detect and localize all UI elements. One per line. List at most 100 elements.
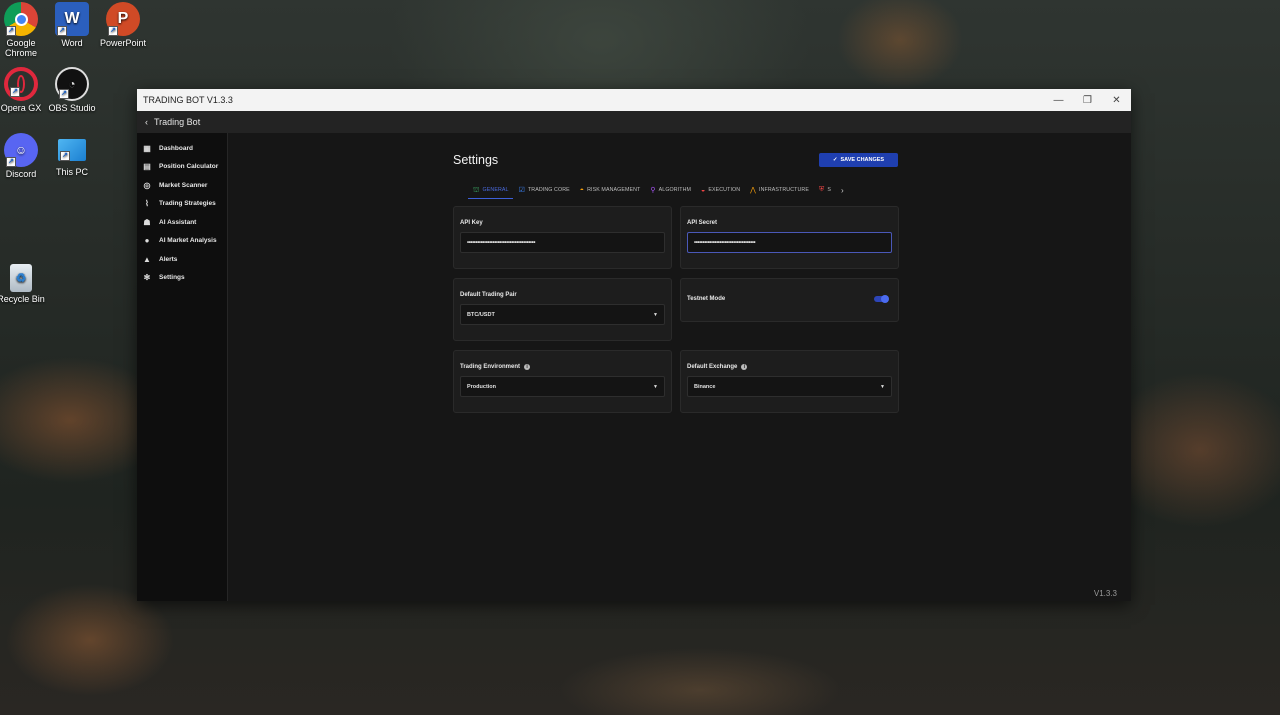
sidebar-item-label: AI Assistant bbox=[159, 218, 197, 226]
default-pair-label-text: Default Trading Pair bbox=[460, 292, 517, 298]
tab-label: RISK MANAGEMENT bbox=[587, 187, 641, 193]
exchange-select[interactable]: Binance ▼ bbox=[687, 376, 892, 397]
settings-tabs: ⛫ GENERAL ☑ TRADING CORE ◓ RISK MANAGEMENT … bbox=[468, 183, 844, 199]
api-secret-card: API Secret •••••••••••••••••••••••••••••… bbox=[680, 206, 899, 269]
api-secret-label-text: API Secret bbox=[687, 220, 718, 226]
obs-icon: ◔ ↗ bbox=[55, 67, 89, 101]
tab-label: S bbox=[827, 187, 831, 193]
tab-general[interactable]: ⛫ GENERAL bbox=[468, 183, 513, 199]
version-label: V1.3.3 bbox=[1093, 589, 1117, 598]
desktop-icon-label: This PC bbox=[55, 167, 88, 177]
grid-icon: ▦ bbox=[143, 143, 151, 153]
default-pair-select[interactable]: BTC/USDT ▼ bbox=[460, 304, 665, 325]
sidebar-item-label: Position Calculator bbox=[159, 163, 219, 171]
app-window: TRADING BOT V1.3.3 — ❐ ✕ ‹ Trading Bot ▦… bbox=[137, 89, 1131, 601]
sidebar-item-settings[interactable]: ✻ Settings bbox=[137, 269, 227, 288]
sidebar-item-trading-strategies[interactable]: ⌇ Trading Strategies bbox=[137, 195, 227, 214]
app-header: ‹ Trading Bot bbox=[137, 111, 1131, 133]
testnet-label: Testnet Mode bbox=[687, 296, 725, 302]
page-title: Settings bbox=[453, 153, 499, 167]
desktop-icon-obs[interactable]: ◔ ↗ OBS Studio bbox=[41, 67, 103, 113]
environment-select[interactable]: Production ▼ bbox=[460, 376, 665, 397]
tab-security[interactable]: ⛨ S bbox=[819, 183, 831, 197]
api-key-value: •••••••••••••••••••••••••••••••••••••••• bbox=[467, 239, 536, 246]
desktop-icon-this-pc[interactable]: ↗ This PC bbox=[41, 133, 103, 177]
tab-risk-management[interactable]: ◓ RISK MANAGEMENT bbox=[580, 183, 641, 197]
close-icon[interactable]: ✕ bbox=[1102, 95, 1131, 106]
speed-icon: ◒ bbox=[701, 186, 706, 194]
caret-down-icon: ▼ bbox=[880, 383, 885, 390]
bell-icon: ▲ bbox=[143, 254, 151, 264]
bulb-icon: ● bbox=[144, 236, 150, 246]
default-pair-label: Default Trading Pair bbox=[460, 292, 517, 298]
tab-label: TRADING CORE bbox=[527, 187, 570, 193]
discord-icon: ☺ ↗ bbox=[4, 133, 38, 167]
environment-card: Trading Environment i Production ▼ bbox=[453, 350, 672, 413]
chevron-right-icon[interactable]: › bbox=[841, 186, 844, 195]
desktop-icon-powerpoint[interactable]: P ↗ PowerPoint bbox=[92, 2, 154, 48]
sidebar-item-market-scanner[interactable]: ◎ Market Scanner bbox=[137, 176, 227, 195]
minimize-icon[interactable]: — bbox=[1044, 95, 1073, 106]
api-key-card: API Key ••••••••••••••••••••••••••••••••… bbox=[453, 206, 672, 269]
desktop-icon-label: OBS Studio bbox=[48, 103, 96, 113]
settings-content: Settings ✓ SAVE CHANGES ⛫ GENERAL ☑ TRADIN… bbox=[229, 133, 1131, 601]
tab-execution[interactable]: ◒ EXECUTION bbox=[701, 183, 740, 197]
environment-value: Production bbox=[467, 383, 497, 390]
opera-icon: ↗ bbox=[4, 67, 38, 101]
signal-icon: ⋀ bbox=[750, 187, 757, 194]
sidebar-item-label: Alerts bbox=[159, 255, 178, 263]
word-icon: W ↗ bbox=[55, 2, 89, 36]
restore-icon[interactable]: ❐ bbox=[1073, 95, 1102, 106]
sidebar-item-ai-market-analysis[interactable]: ● AI Market Analysis bbox=[137, 232, 227, 251]
shield-icon: ⛨ bbox=[818, 186, 825, 193]
sidebar-item-position-calculator[interactable]: ▤ Position Calculator bbox=[137, 158, 227, 177]
title-bar: TRADING BOT V1.3.3 — ❐ ✕ bbox=[137, 89, 1131, 111]
api-key-label: API Key bbox=[460, 220, 483, 226]
desktop-icon-label: Recycle Bin bbox=[0, 294, 45, 304]
robot-icon: ☗ bbox=[143, 217, 151, 227]
back-button[interactable]: Trading Bot bbox=[154, 117, 200, 127]
pin-icon: ⚲ bbox=[650, 187, 656, 194]
testnet-label-text: Testnet Mode bbox=[687, 296, 726, 302]
tab-infrastructure[interactable]: ⋀ INFRASTRUCTURE bbox=[750, 183, 809, 197]
back-chevron-icon[interactable]: ‹ bbox=[145, 117, 148, 127]
api-secret-input[interactable]: •••••••••••••••••••••••••••••••••••• bbox=[687, 232, 892, 253]
caret-down-icon: ▼ bbox=[653, 311, 658, 318]
sidebar-item-ai-assistant[interactable]: ☗ AI Assistant bbox=[137, 213, 227, 232]
sidebar-item-dashboard[interactable]: ▦ Dashboard bbox=[137, 139, 227, 158]
gear-icon: ✻ bbox=[143, 273, 151, 283]
caret-down-icon: ▼ bbox=[653, 383, 658, 390]
default-pair-value: BTC/USDT bbox=[467, 311, 495, 318]
desktop-icon-recycle-bin[interactable]: ♻ Recycle Bin bbox=[0, 264, 52, 304]
exchange-label: Default Exchange i bbox=[687, 364, 748, 370]
sidebar-item-label: Market Scanner bbox=[159, 181, 208, 189]
tab-label: ALGORITHM bbox=[658, 187, 692, 193]
api-key-input[interactable]: •••••••••••••••••••••••••••••••••••••••• bbox=[460, 232, 665, 253]
sidebar-item-label: Dashboard bbox=[159, 144, 193, 152]
sidebar-item-label: AI Market Analysis bbox=[159, 237, 217, 245]
sidebar: ▦ Dashboard ▤ Position Calculator ◎ Market … bbox=[137, 133, 228, 601]
api-secret-value: •••••••••••••••••••••••••••••••••••• bbox=[694, 239, 756, 246]
testnet-toggle[interactable] bbox=[874, 295, 889, 303]
info-icon[interactable]: i bbox=[741, 364, 748, 370]
chart-icon: ⌇ bbox=[145, 199, 149, 209]
tab-algorithm[interactable]: ⚲ ALGORITHM bbox=[650, 183, 691, 197]
sidebar-item-alerts[interactable]: ▲ Alerts bbox=[137, 250, 227, 269]
save-button[interactable]: ✓ SAVE CHANGES bbox=[819, 153, 898, 167]
scanner-icon: ◎ bbox=[143, 180, 151, 190]
checkbox-icon: ☑ bbox=[518, 187, 525, 194]
info-icon[interactable]: i bbox=[524, 364, 531, 370]
api-secret-label: API Secret bbox=[687, 220, 717, 226]
recycle-bin-icon: ♻ bbox=[10, 264, 32, 292]
check-icon: ✓ bbox=[832, 157, 838, 163]
exchange-value: Binance bbox=[694, 383, 716, 390]
tab-trading-core[interactable]: ☑ TRADING CORE bbox=[519, 183, 570, 197]
tab-label: INFRASTRUCTURE bbox=[759, 187, 809, 193]
chrome-icon: ↗ bbox=[4, 2, 38, 36]
environment-label-text: Trading Environment bbox=[460, 364, 521, 370]
default-pair-card: Default Trading Pair BTC/USDT ▼ bbox=[453, 278, 672, 341]
testnet-card: Testnet Mode bbox=[680, 278, 899, 322]
save-button-label: SAVE CHANGES bbox=[840, 157, 885, 163]
desktop-icon-label: PowerPoint bbox=[99, 38, 147, 48]
pc-icon: ↗ bbox=[58, 139, 86, 161]
